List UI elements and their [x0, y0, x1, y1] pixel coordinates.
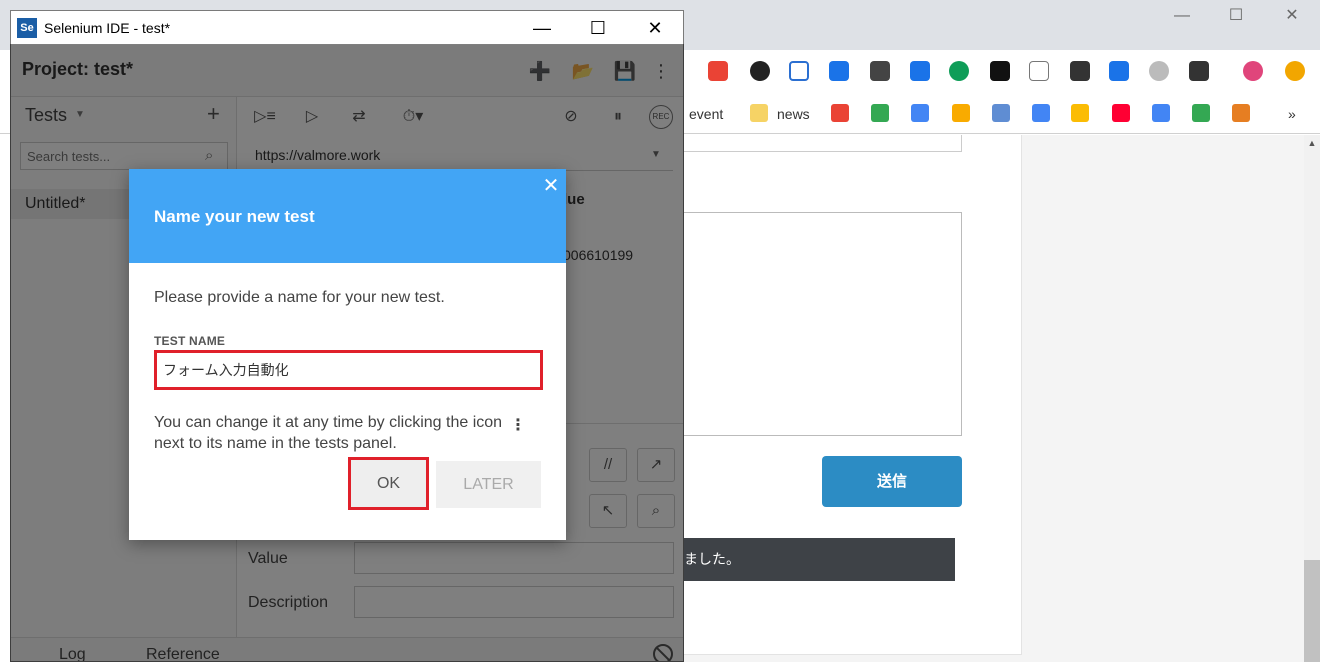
name-test-dialog: Name your new test ✕ Please provide a na… — [129, 169, 566, 540]
bookmark-news[interactable]: news — [777, 104, 810, 124]
adsense-icon[interactable] — [1071, 104, 1089, 122]
page-textarea[interactable] — [684, 212, 962, 436]
notes-extension-icon[interactable] — [1029, 61, 1049, 81]
later-button[interactable]: LATER — [436, 461, 541, 508]
puzzle-icon[interactable] — [1232, 104, 1250, 122]
dialog-title: Name your new test — [154, 207, 315, 226]
ide-minimize-button[interactable]: — — [522, 16, 562, 40]
scroll-up-icon[interactable]: ▲ — [1304, 135, 1320, 151]
site-icon[interactable] — [992, 104, 1010, 122]
scrollbar-thumb[interactable] — [1304, 560, 1320, 662]
test-name-input[interactable] — [154, 350, 543, 390]
crop-extension-icon[interactable] — [789, 61, 809, 81]
ide-window-title: Selenium IDE - test* — [44, 20, 171, 36]
kebab-menu-icon: ⋮ — [510, 417, 526, 434]
update-alert-icon[interactable] — [1285, 61, 1305, 81]
ide-close-button[interactable]: ✕ — [635, 16, 675, 40]
tag-extension-icon[interactable] — [910, 61, 930, 81]
ide-titlebar: Se Selenium IDE - test* — ☐ ✕ — [11, 11, 683, 45]
page-status-banner: ました。 — [684, 538, 955, 581]
download-extension-icon[interactable] — [829, 61, 849, 81]
dialog-header: Name your new test ✕ — [129, 169, 566, 263]
code-icon[interactable] — [1192, 104, 1210, 122]
ads-icon[interactable] — [1032, 104, 1050, 122]
selenium-logo-icon: Se — [17, 18, 37, 38]
page-input-field[interactable] — [684, 135, 962, 152]
test-name-label: TEST NAME — [154, 334, 226, 348]
profile-avatar[interactable] — [1243, 61, 1263, 81]
selenium-extension-icon[interactable] — [1189, 61, 1209, 81]
browser-maximize-button[interactable]: ☐ — [1213, 4, 1259, 28]
gmail-icon[interactable] — [831, 104, 849, 122]
browser-close-button[interactable]: ✕ — [1269, 4, 1315, 28]
folder-icon — [750, 104, 768, 122]
bookmark-event[interactable]: event — [689, 104, 723, 124]
dialog-help-text: You can change it at any time by clickin… — [154, 414, 503, 452]
yahoo-icon[interactable] — [1112, 104, 1130, 122]
browser-minimize-button[interactable]: — — [1159, 4, 1205, 28]
camera-extension-icon[interactable] — [750, 61, 770, 81]
eyedropper-extension-icon[interactable] — [870, 61, 890, 81]
dialog-description: Please provide a name for your new test. — [154, 289, 445, 306]
chat-extension-icon[interactable] — [949, 61, 969, 81]
tagmanager-icon[interactable] — [1152, 104, 1170, 122]
send-button[interactable]: 送信 — [822, 456, 962, 507]
calendar-icon[interactable] — [911, 104, 929, 122]
ide-maximize-button[interactable]: ☐ — [578, 16, 618, 40]
google-extension-icon[interactable] — [708, 61, 728, 81]
ninja-extension-icon[interactable] — [990, 61, 1010, 81]
lighthouse-extension-icon[interactable] — [1109, 61, 1129, 81]
close-icon[interactable]: ✕ — [540, 175, 562, 197]
more-bookmarks-icon[interactable]: » — [1288, 104, 1296, 124]
x-extension-icon[interactable] — [1070, 61, 1090, 81]
drive-icon[interactable] — [871, 104, 889, 122]
ok-button[interactable]: OK — [348, 457, 429, 510]
s-extension-icon[interactable] — [1149, 61, 1169, 81]
analytics-icon[interactable] — [952, 104, 970, 122]
